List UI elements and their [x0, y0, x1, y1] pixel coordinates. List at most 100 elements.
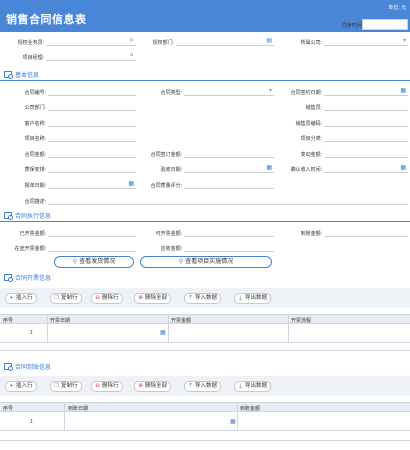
- import-data-label: 导入数据: [195, 295, 218, 301]
- warranty-label: 质保安排:: [24, 167, 46, 173]
- receivable-amount-label: 应收金额:: [160, 246, 182, 252]
- table-divider: [47, 314, 48, 342]
- customer-name-field[interactable]: [48, 118, 136, 127]
- project-manager-field[interactable]: ⚪: [46, 52, 136, 61]
- view-project-label: 查看项目实施情况: [185, 259, 234, 265]
- import-data-button[interactable]: ⤒ 导入数据: [184, 381, 222, 392]
- project-name-label: 项目名称:: [24, 136, 46, 142]
- delete-all-button[interactable]: ⊗ 删除全部: [134, 293, 172, 304]
- section-execution-info: 合同执行信息: [4, 211, 51, 220]
- delete-icon: ⊖: [95, 383, 100, 389]
- calendar-icon[interactable]: ▦: [266, 165, 272, 172]
- section-divider: [0, 221, 410, 222]
- delete-row-button[interactable]: ⊖ 删除行: [91, 381, 123, 392]
- received-amount-field[interactable]: [324, 228, 408, 237]
- unit-value: 元: [400, 5, 406, 11]
- quality-rating-field[interactable]: [184, 180, 274, 189]
- search-icon: ⚲: [178, 259, 184, 265]
- user-icon[interactable]: ⚪: [129, 38, 134, 45]
- company-dept-field[interactable]: [48, 102, 136, 111]
- edit-icon: [4, 363, 13, 371]
- import-data-button[interactable]: ⤒ 导入数据: [184, 293, 222, 304]
- acceptance-date-field[interactable]: ▦: [184, 164, 274, 173]
- copy-row-button[interactable]: ❐ 复制行: [50, 293, 82, 304]
- view-project-button[interactable]: ⚲ 查看项目实施情况: [140, 256, 272, 268]
- edit-icon: [4, 71, 13, 79]
- import-data-label: 导入数据: [195, 383, 218, 389]
- invoiced-amount-field[interactable]: [48, 228, 136, 237]
- sync-time-field[interactable]: [362, 19, 408, 30]
- project-name-field[interactable]: [48, 133, 136, 142]
- export-icon: ⤓: [239, 383, 242, 389]
- contract-amount-field[interactable]: [48, 149, 136, 158]
- acceptance-date-label: 验收日期:: [160, 167, 182, 173]
- insert-row-button[interactable]: + 插入行: [5, 381, 37, 392]
- sign-date-field[interactable]: ▦: [324, 87, 408, 96]
- received-amount-label: 到账金额:: [300, 231, 322, 237]
- authorized-member-label: 授权业务员:: [17, 40, 44, 46]
- delete-row-label: 删除行: [102, 383, 119, 389]
- change-amount-field[interactable]: [324, 149, 408, 158]
- page-title: 销售合同信息表: [6, 14, 87, 26]
- contract-change-amount-field[interactable]: [184, 149, 274, 158]
- insert-row-button[interactable]: + 插入行: [5, 293, 37, 304]
- change-amount-label: 变动金额:: [300, 152, 322, 158]
- invoice-col-date: 开票日期: [50, 318, 71, 324]
- payment-col-date: 到账日期: [68, 406, 89, 412]
- invoice-col-index: 序号: [3, 318, 14, 324]
- calendar-icon[interactable]: ▦: [230, 418, 236, 425]
- salesperson-field[interactable]: [324, 102, 408, 111]
- calendar-icon[interactable]: ▦: [128, 181, 134, 188]
- plus-icon: +: [9, 295, 14, 301]
- copy-row-button[interactable]: ❐ 复制行: [50, 381, 82, 392]
- section-payment-info: 合同到账信息: [4, 362, 51, 371]
- delete-all-button[interactable]: ⊗ 删除全部: [134, 381, 172, 392]
- delete-row-button[interactable]: ⊖ 删除行: [91, 293, 123, 304]
- section-execution-title: 合同执行信息: [15, 214, 52, 220]
- delete-all-icon: ⊗: [138, 295, 143, 301]
- registration-date-field[interactable]: ▦: [48, 180, 136, 189]
- invoice-col-flow: 开票流程: [291, 318, 312, 324]
- edit-icon: [4, 212, 13, 220]
- view-shipping-button[interactable]: ⚲ 查看发货情况: [54, 256, 134, 268]
- export-data-button[interactable]: ⤓ 导出数据: [234, 381, 272, 392]
- export-data-button[interactable]: ⤓ 导出数据: [234, 293, 272, 304]
- invoice-col-amount: 开票金额: [171, 318, 192, 324]
- copy-row-label: 复制行: [61, 383, 78, 389]
- confirm-income-time-label: 确认收入时间:: [290, 167, 322, 173]
- contract-amount-label: 合同金额:: [24, 152, 46, 158]
- invoiceable-amount-field[interactable]: [184, 228, 274, 237]
- delete-icon: ⊖: [95, 295, 100, 301]
- receivable-amount-field[interactable]: [184, 243, 274, 252]
- sales-code-field[interactable]: [324, 118, 408, 127]
- contract-no-field[interactable]: [48, 87, 136, 96]
- table-divider: [0, 342, 410, 343]
- row-index: 1: [30, 419, 33, 425]
- export-icon: ⤓: [239, 295, 242, 301]
- confirm-income-time-field[interactable]: ▦: [324, 164, 408, 173]
- authorized-member-field[interactable]: ⚪: [46, 37, 136, 46]
- warranty-field[interactable]: [48, 164, 136, 173]
- export-data-label: 导出数据: [245, 295, 268, 301]
- project-category-label: 项目分类:: [300, 136, 322, 142]
- copy-icon: ❐: [54, 295, 59, 301]
- section-payment-title: 合同到账信息: [15, 365, 52, 371]
- calendar-icon[interactable]: ▦: [400, 88, 406, 95]
- contract-change-amount-label: 合同签订金额:: [150, 152, 182, 158]
- project-manager-label: 项目经理:: [22, 55, 44, 61]
- outstanding-invoice-field[interactable]: [48, 243, 136, 252]
- sign-date-label: 合同签约日期:: [290, 90, 322, 96]
- department-icon[interactable]: ▤: [266, 38, 272, 45]
- calendar-icon[interactable]: ▦: [400, 165, 406, 172]
- authorized-dept-field[interactable]: ▤: [176, 37, 274, 46]
- contract-type-select[interactable]: ▾: [184, 87, 274, 96]
- copy-row-label: 复制行: [61, 295, 78, 301]
- calendar-icon[interactable]: ▦: [160, 329, 166, 336]
- company-select[interactable]: ▾: [324, 37, 408, 46]
- user-icon[interactable]: ⚪: [129, 53, 134, 60]
- contract-desc-field[interactable]: [48, 196, 408, 205]
- project-category-field[interactable]: [324, 133, 408, 142]
- chevron-down-icon[interactable]: ▾: [269, 88, 272, 95]
- chevron-down-icon[interactable]: ▾: [403, 38, 406, 45]
- insert-row-label: 插入行: [16, 383, 33, 389]
